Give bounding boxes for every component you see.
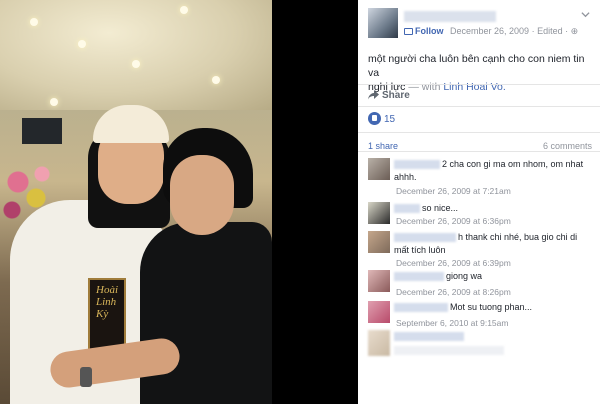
- post-header: Follow December 26, 2009 · Edited · ⊕: [368, 8, 592, 40]
- meta-separator: ·: [565, 26, 569, 36]
- comment-text: 2 cha con gi ma om nhom, om nhat ahhh.: [394, 159, 584, 182]
- likes-count[interactable]: 15: [368, 112, 395, 125]
- photo-light: [50, 98, 58, 106]
- comments-link[interactable]: 6 comments: [543, 141, 592, 151]
- shares-link[interactable]: 1 share: [368, 141, 398, 151]
- photo-light: [30, 18, 38, 26]
- divider: [358, 151, 600, 152]
- comment-text: so nice...: [422, 203, 459, 213]
- post-date[interactable]: December 26, 2009: [450, 26, 529, 36]
- comment-time[interactable]: December 26, 2009 at 6:39pm: [396, 258, 511, 268]
- photo-ceiling: [0, 0, 272, 110]
- commenter-avatar[interactable]: [368, 158, 390, 180]
- photo-viewer-background: [272, 0, 358, 404]
- comment-text: h thank chi nhé, bua gio chi di mất tích…: [394, 232, 578, 255]
- post-text-line: một người cha luôn bên cạnh cho con niem…: [368, 53, 585, 79]
- follow-icon[interactable]: [404, 28, 413, 35]
- divider: [358, 84, 600, 85]
- comment-time[interactable]: December 26, 2009 at 8:26pm: [396, 287, 511, 297]
- commenter-avatar[interactable]: [368, 301, 390, 323]
- post-meta: Follow December 26, 2009 · Edited · ⊕: [404, 26, 578, 37]
- edited-label[interactable]: Edited: [537, 26, 563, 36]
- commenter-avatar[interactable]: [368, 202, 390, 224]
- post-message: một người cha luôn bên cạnh cho con niem…: [368, 52, 592, 94]
- post-panel: Follow December 26, 2009 · Edited · ⊕ mộ…: [358, 0, 600, 404]
- divider: [358, 132, 600, 133]
- photo-light: [78, 40, 86, 48]
- photo-light: [132, 60, 140, 68]
- commenter-avatar[interactable]: [368, 231, 390, 253]
- tagged-person-link[interactable]: Linh Hoai Vo.: [443, 81, 505, 93]
- photo-light: [180, 6, 188, 14]
- divider: [358, 106, 600, 107]
- like-count: 15: [384, 114, 396, 125]
- commenter-avatar[interactable]: [368, 270, 390, 292]
- photo-light: [212, 76, 220, 84]
- comment-text: giong wa: [446, 271, 483, 281]
- comment-text-blurred: [394, 346, 504, 355]
- commenter-name-blurred[interactable]: [394, 332, 464, 341]
- sash-text: Hoài Linh Kỳ: [96, 284, 118, 320]
- follow-button[interactable]: Follow: [415, 26, 444, 36]
- comment-text: Mot su tuong phan...: [450, 302, 533, 312]
- person-right-face: [170, 155, 234, 235]
- person-right-watch: [80, 367, 92, 387]
- with-label: — with: [408, 81, 441, 93]
- engagement-counts: 1 share 6 comments: [368, 141, 592, 151]
- person-left-cap: [93, 105, 169, 143]
- like-icon: [368, 112, 381, 125]
- share-icon: [368, 90, 379, 100]
- author-name-blurred[interactable]: [404, 11, 496, 22]
- globe-icon[interactable]: ⊕: [571, 26, 579, 36]
- meta-separator: ·: [531, 26, 535, 36]
- commenter-avatar[interactable]: [368, 330, 390, 356]
- comment-time[interactable]: December 26, 2009 at 6:36pm: [396, 216, 511, 226]
- post-photo[interactable]: Hoài Linh Kỳ: [0, 0, 272, 404]
- person-right-shirt: [140, 222, 272, 404]
- author-avatar[interactable]: [368, 8, 398, 38]
- share-button[interactable]: Share: [368, 90, 410, 101]
- share-label: Share: [382, 90, 410, 101]
- chevron-down-icon[interactable]: [581, 10, 590, 19]
- comment-time[interactable]: September 6, 2010 at 9:15am: [396, 318, 508, 328]
- comment-time[interactable]: December 26, 2009 at 7:21am: [396, 186, 511, 196]
- photo-tv: [22, 118, 62, 144]
